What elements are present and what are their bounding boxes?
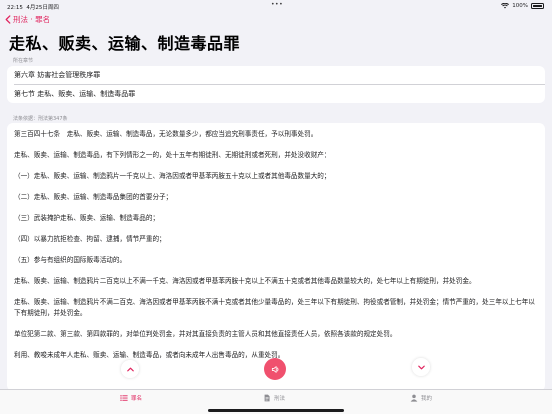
law-paragraph: （二）走私、贩卖、运输、制造毒品集团的首要分子； xyxy=(14,193,173,201)
wifi-icon xyxy=(501,3,510,9)
status-time: 22:15 4月25日周四 xyxy=(7,3,59,11)
person-icon xyxy=(410,394,418,402)
law-paragraph: 第三百四十七条 走私、贩卖、运输、制造毒品，无论数量多少，都应当追究刑事责任，予… xyxy=(14,130,318,138)
battery-icon xyxy=(531,3,544,9)
list-icon xyxy=(120,395,128,401)
law-paragraph: （五）参与有组织的国际贩毒活动的。 xyxy=(14,256,127,264)
law-paragraph: 单位犯第二款、第三款、第四款罪的，对单位判处罚金，并对其直接负责的主管人员和其他… xyxy=(14,330,397,338)
back-button[interactable]: 刑法 · 罪名 xyxy=(5,14,50,25)
law-paragraph: （三）武装掩护走私、贩卖、运输、制造毒品的； xyxy=(14,214,160,222)
status-time-text: 22:15 xyxy=(7,5,23,11)
law-paragraph: 走私、贩卖、运输、制造鸦片不满二百克、海洛因或者甲基苯丙胺不满十克或者其他少量毒… xyxy=(14,298,535,317)
section-row[interactable]: 第七节 走私、贩卖、运输、制造毒品罪 xyxy=(7,85,545,103)
law-paragraph: 走私、贩卖、运输、制造鸦片二百克以上不满一千克、海洛因或者甲基苯丙胺十克以上不满… xyxy=(14,277,476,285)
tab-crimes-label: 罪名 xyxy=(131,396,143,402)
chevron-up-icon xyxy=(126,367,134,371)
read-aloud-button[interactable] xyxy=(264,358,286,380)
tab-crimes[interactable]: 罪名 xyxy=(120,394,142,402)
speaker-icon xyxy=(271,365,278,373)
chevron-down-icon xyxy=(417,365,425,369)
law-paragraph: 走私、贩卖、运输、制造毒品，有下列情形之一的，处十五年有期徒刑、无期徒刑或者死刑… xyxy=(14,151,331,159)
tab-mine[interactable]: 我的 xyxy=(410,394,432,402)
status-bar: 22:15 4月25日周四 ••• 100% xyxy=(0,0,552,12)
law-basis-label: 法条依据：刑法第347条 xyxy=(13,116,68,122)
tab-criminal-law[interactable]: 刑法 xyxy=(263,394,285,402)
tab-criminal-law-label: 刑法 xyxy=(274,396,286,402)
scroll-up-button[interactable] xyxy=(121,360,139,378)
home-indicator xyxy=(208,409,344,412)
chapter-row[interactable]: 第六章 妨害社会管理秩序罪 xyxy=(7,66,545,84)
chapter-section-label: 所在章节 xyxy=(13,58,34,64)
law-text-card: 第三百四十七条 走私、贩卖、运输、制造毒品，无论数量多少，都应当追究刑事责任，予… xyxy=(7,123,545,391)
law-paragraph: （一）走私、贩卖、运输、制造鸦片一千克以上、海洛因或者甲基苯丙胺五十克以上或者其… xyxy=(14,172,331,180)
multitask-dots-icon[interactable]: ••• xyxy=(271,1,283,8)
scroll-down-button[interactable] xyxy=(412,358,430,376)
document-icon xyxy=(264,394,270,402)
battery-percent: 100% xyxy=(512,3,528,9)
tab-mine-label: 我的 xyxy=(421,396,433,402)
status-right: 100% xyxy=(501,3,544,9)
status-date-text: 4月25日周四 xyxy=(26,5,59,11)
chevron-left-icon xyxy=(5,15,11,24)
law-paragraph: （四）以暴力抗拒检查、拘留、逮捕，情节严重的； xyxy=(14,235,166,243)
page-title: 走私、贩卖、运输、制造毒品罪 xyxy=(9,34,241,53)
back-label: 刑法 · 罪名 xyxy=(13,15,51,24)
chapter-card: 第六章 妨害社会管理秩序罪 第七节 走私、贩卖、运输、制造毒品罪 xyxy=(7,66,545,103)
